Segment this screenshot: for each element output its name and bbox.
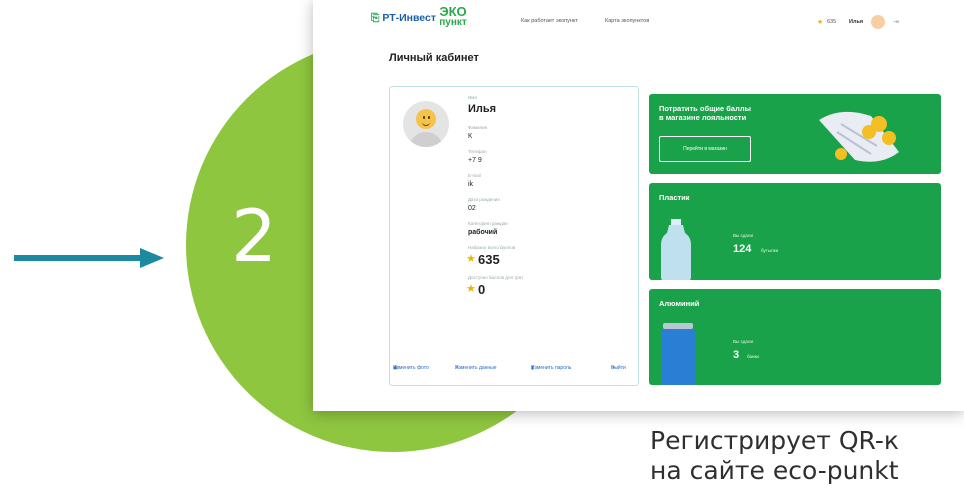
header-points: 635 — [827, 19, 837, 25]
plastic-title: Пластик — [659, 193, 690, 202]
user-menu[interactable]: ★ 635 Илья ⇥ — [813, 14, 923, 30]
caption-line-1: Регистрирует QR-к — [650, 426, 899, 455]
shop-card: Потратить общие баллы в магазине лояльно… — [649, 94, 941, 174]
smiley-face-icon — [416, 109, 436, 129]
available-points-value: 0 — [478, 282, 486, 297]
field-label-surname: Фамилия — [468, 125, 488, 130]
header-avatar[interactable] — [871, 15, 885, 29]
nav-map[interactable]: Карта экопунктов — [605, 18, 649, 24]
available-points-label: Доступно баллов для трат — [468, 275, 524, 280]
can-icon — [661, 323, 695, 385]
step-number: 2 — [231, 194, 277, 278]
field-value-category: рабочий — [468, 229, 498, 236]
avatar-eye-right — [428, 116, 430, 119]
plastic-label: Вы сдали — [733, 233, 754, 238]
field-value-birthdate: 02 — [468, 205, 476, 212]
avatar-eye-left — [423, 116, 425, 119]
star-icon: ★ — [466, 253, 476, 265]
shop-card-title-1: Потратить общие баллы — [659, 104, 752, 113]
aluminum-label: Вы сдали — [733, 339, 754, 344]
field-label-email: E-mail — [468, 173, 481, 178]
total-points-value: 635 — [478, 252, 500, 267]
rt-invest-logo[interactable]: ⎘ РТ-Инвест — [371, 12, 436, 25]
field-label-category: Категория граждан — [468, 221, 508, 226]
caption-line-2: на сайте eco-punkt — [650, 456, 899, 485]
eco-logo-top: ЭКО — [439, 4, 467, 19]
plastic-value: 124 — [733, 243, 752, 255]
field-label-birthdate: Дата рождения — [468, 197, 500, 202]
bottle-icon — [661, 219, 691, 280]
eco-logo-bottom: пункт — [439, 17, 467, 28]
profile-actions: ▣ Изменить фото ✎ Изменить данные ▮ Изме… — [393, 365, 626, 371]
caption: Регистрирует QR-к на сайте eco-punkt — [650, 426, 964, 486]
star-icon: ★ — [817, 19, 824, 26]
site-header: ⎘ РТ-Инвест ЭКО пункт Как работает экопу… — [313, 0, 964, 42]
header-user-name: Илья — [849, 19, 864, 25]
aluminum-value: 3 — [733, 349, 740, 361]
avatar — [403, 101, 449, 147]
aluminum-unit: банки — [747, 354, 759, 359]
field-label-phone: Телефон — [468, 149, 487, 154]
rt-logo-mark-icon: ⎘ — [371, 12, 380, 24]
shop-card-title-2: в магазине лояльности — [659, 113, 747, 122]
rt-logo-text: РТ-Инвест — [382, 12, 436, 24]
eco-punkt-logo[interactable]: ЭКО пункт — [433, 4, 473, 28]
aluminum-title: Алюминий — [659, 299, 700, 308]
page-title: Личный кабинет — [389, 52, 479, 64]
plastic-card: Пластик Вы сдали 124 бутылки — [649, 183, 941, 280]
plastic-unit: бутылки — [761, 248, 779, 253]
nav-how-it-works[interactable]: Как работает экопункт — [521, 18, 578, 24]
field-value-phone: +7 9 — [468, 157, 482, 164]
star-icon: ★ — [466, 283, 476, 295]
go-to-shop-button[interactable]: Перейти в магазин — [659, 136, 751, 162]
total-points-label: Набрано всего баллов — [468, 245, 516, 250]
site-screenshot: ⎘ РТ-Инвест ЭКО пункт Как работает экопу… — [313, 0, 964, 411]
field-value-email: ik — [468, 181, 474, 188]
logout-icon[interactable]: ⇥ — [893, 18, 899, 26]
arrow-right-icon — [14, 248, 164, 268]
field-value-name: Илья — [468, 103, 497, 115]
profile-card: Имя Илья Фамилия К Телефон +7 9 E-mail i… — [389, 86, 639, 386]
receipt-coins-icon — [819, 111, 899, 162]
aluminum-card: Алюминий Вы сдали 3 банки — [649, 289, 941, 385]
avatar-body — [409, 132, 443, 147]
field-label-name: Имя — [468, 95, 477, 100]
field-value-surname: К — [468, 133, 473, 140]
